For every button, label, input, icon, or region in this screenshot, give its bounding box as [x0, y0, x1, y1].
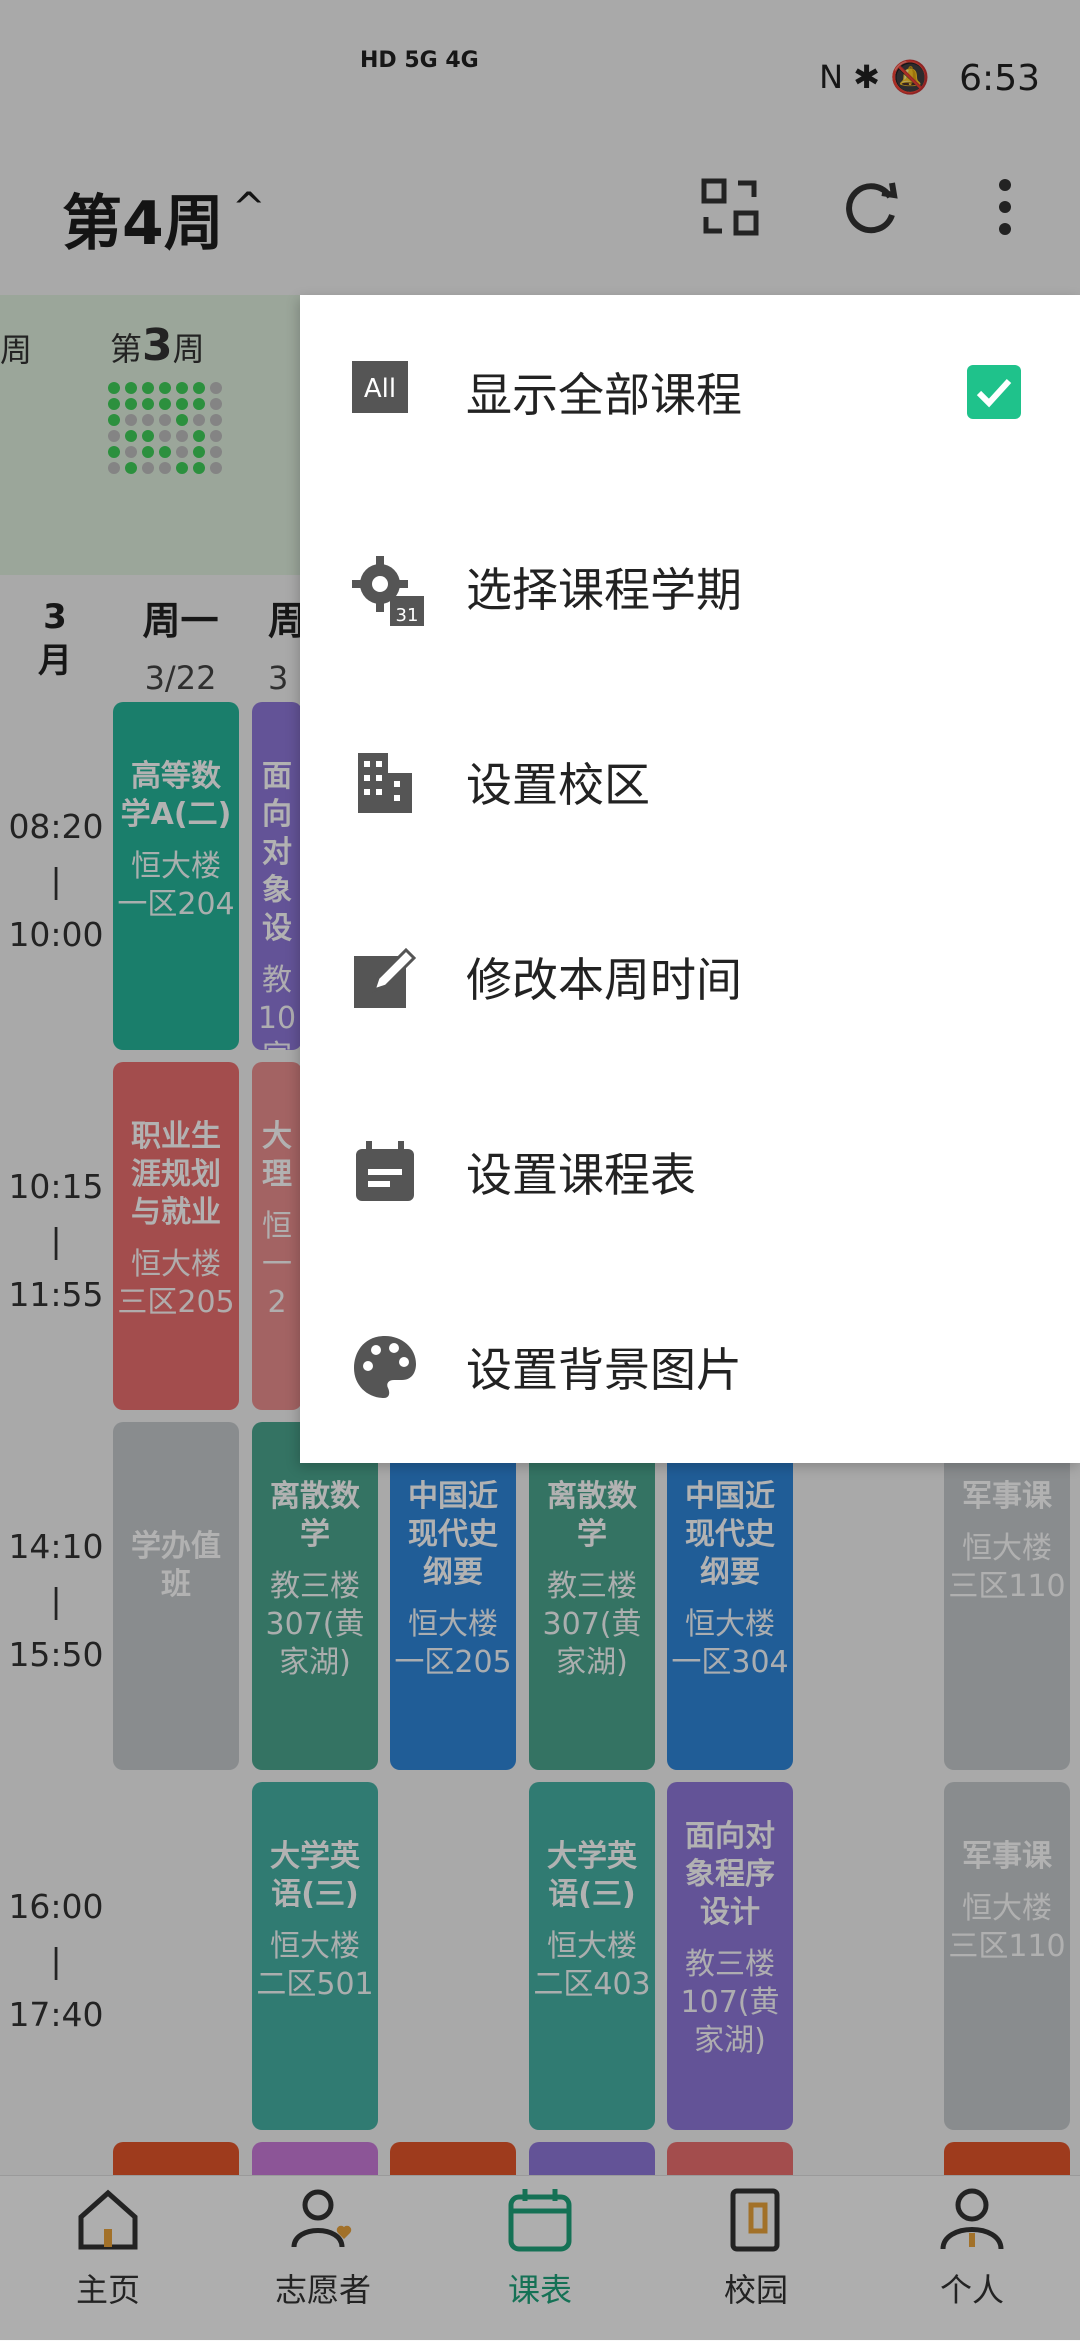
svg-text:All: All	[364, 374, 396, 404]
menu-item-set-background[interactable]: 设置背景图片	[300, 1272, 1080, 1467]
calendar-icon	[350, 1137, 422, 1209]
menu-item-set-campus[interactable]: 设置校区	[300, 687, 1080, 882]
menu-item-set-timetable[interactable]: 设置课程表	[300, 1077, 1080, 1272]
menu-item-show-all-courses[interactable]: All 显示全部课程	[300, 297, 1080, 492]
show-all-checkbox[interactable]	[967, 365, 1021, 419]
palette-icon	[350, 1332, 422, 1404]
edit-icon	[350, 942, 422, 1014]
menu-item-edit-week-time[interactable]: 修改本周时间	[300, 882, 1080, 1077]
svg-text:31: 31	[396, 605, 419, 626]
check-icon	[976, 378, 1012, 408]
menu-item-select-term[interactable]: 31 选择课程学期	[300, 492, 1080, 687]
gear-calendar-icon: 31	[350, 552, 424, 626]
building-icon	[350, 747, 422, 819]
all-icon: All	[350, 357, 422, 429]
